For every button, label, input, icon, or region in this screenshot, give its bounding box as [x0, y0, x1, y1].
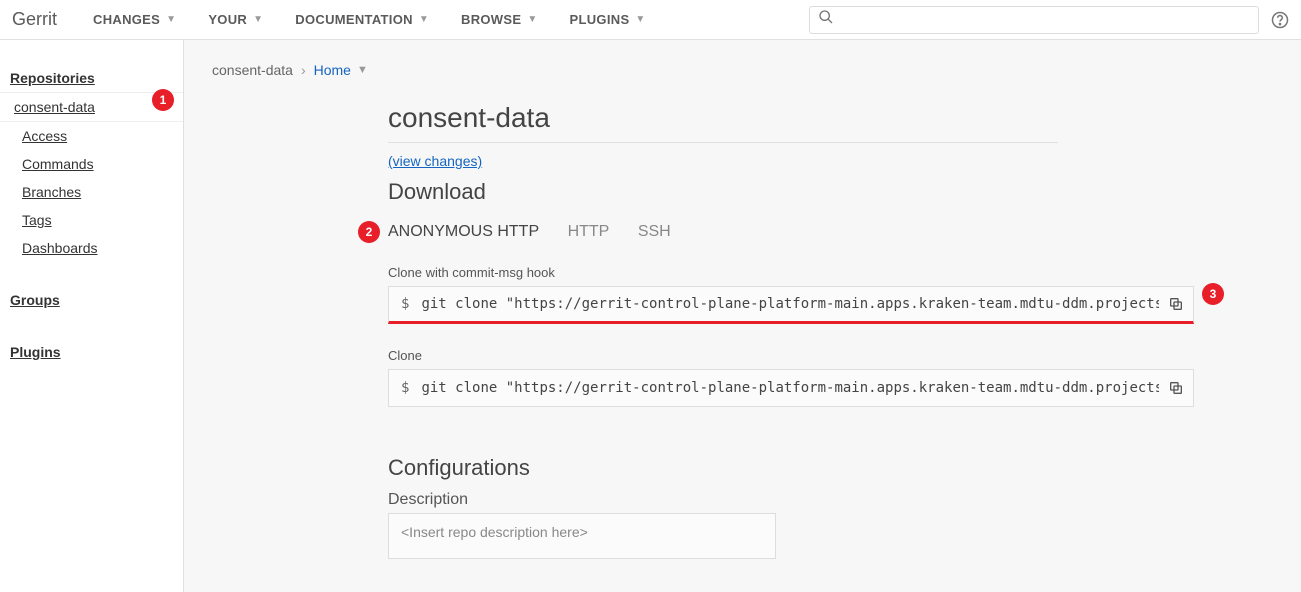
sidebar-groups[interactable]: Groups: [0, 286, 183, 314]
sidebar-item-commands[interactable]: Commands: [0, 150, 183, 178]
page-title: consent-data: [388, 102, 1058, 143]
tab-ssh[interactable]: SSH: [638, 223, 671, 241]
breadcrumb-repo[interactable]: consent-data: [212, 62, 293, 78]
nav-label: BROWSE: [461, 12, 521, 27]
nav-label: YOUR: [208, 12, 247, 27]
chevron-down-icon: ▼: [527, 14, 537, 25]
sidebar-item-tags[interactable]: Tags: [0, 206, 183, 234]
tab-http[interactable]: HTTP: [568, 223, 610, 241]
clone-command: $ git clone "https://gerrit-control-plan…: [388, 369, 1194, 407]
breadcrumb: consent-data › Home ▼: [184, 40, 1301, 78]
description-input[interactable]: <Insert repo description here>: [388, 513, 776, 559]
nav-documentation[interactable]: DOCUMENTATION ▼: [279, 12, 445, 27]
download-heading: Download: [388, 179, 1194, 205]
nav-your[interactable]: YOUR ▼: [192, 12, 279, 27]
chevron-down-icon[interactable]: ▼: [357, 64, 368, 76]
main-content: consent-data › Home ▼ consent-data (view…: [184, 40, 1301, 592]
chevron-down-icon: ▼: [419, 14, 429, 25]
annotation-badge-2: 2: [358, 221, 380, 243]
configurations-section: Configurations Description <Insert repo …: [388, 455, 1194, 592]
chevron-down-icon: ▼: [166, 14, 176, 25]
chevron-down-icon: ▼: [253, 14, 263, 25]
search-input[interactable]: [842, 12, 1250, 27]
prompt-icon: $: [389, 380, 421, 396]
clone-hook-block: Clone with commit-msg hook $ git clone "…: [388, 265, 1194, 324]
annotation-badge-3: 3: [1202, 283, 1224, 305]
prompt-icon: $: [389, 296, 421, 312]
help-icon[interactable]: [1271, 11, 1289, 29]
search-box[interactable]: [809, 6, 1259, 34]
clone-hook-command: $ git clone "https://gerrit-control-plan…: [388, 286, 1194, 324]
sidebar: Repositories consent-data 1 Access Comma…: [0, 40, 184, 592]
nav-browse[interactable]: BROWSE ▼: [445, 12, 554, 27]
clone-hook-label: Clone with commit-msg hook: [388, 265, 1194, 280]
brand-logo[interactable]: Gerrit: [12, 9, 57, 30]
clone-label: Clone: [388, 348, 1194, 363]
sidebar-repositories[interactable]: Repositories: [0, 64, 183, 92]
download-tabs: 2 ANONYMOUS HTTP HTTP SSH: [388, 223, 1194, 241]
clone-hook-text[interactable]: git clone "https://gerrit-control-plane-…: [421, 296, 1159, 312]
view-changes-link[interactable]: (view changes): [388, 153, 482, 169]
chevron-down-icon: ▼: [635, 14, 645, 25]
nav-menu: CHANGES ▼ YOUR ▼ DOCUMENTATION ▼ BROWSE ▼ PL…: [77, 12, 662, 27]
sidebar-item-dashboards[interactable]: Dashboards: [0, 234, 183, 262]
search-icon: [818, 9, 834, 30]
configurations-heading: Configurations: [388, 455, 1194, 481]
top-bar: Gerrit CHANGES ▼ YOUR ▼ DOCUMENTATION ▼ BRO…: [0, 0, 1301, 40]
sidebar-item-branches[interactable]: Branches: [0, 178, 183, 206]
sidebar-item-access[interactable]: Access: [0, 122, 183, 150]
description-label: Description: [388, 491, 1194, 509]
clone-text[interactable]: git clone "https://gerrit-control-plane-…: [421, 380, 1159, 396]
nav-plugins[interactable]: PLUGINS ▼: [554, 12, 662, 27]
clone-block: Clone $ git clone "https://gerrit-contro…: [388, 348, 1194, 407]
copy-icon[interactable]: [1159, 287, 1193, 321]
breadcrumb-home[interactable]: Home: [314, 62, 351, 78]
nav-label: PLUGINS: [570, 12, 630, 27]
sidebar-plugins[interactable]: Plugins: [0, 338, 183, 366]
nav-label: DOCUMENTATION: [295, 12, 413, 27]
chevron-right-icon: ›: [301, 62, 306, 78]
annotation-badge-1: 1: [152, 89, 174, 111]
copy-icon[interactable]: [1159, 371, 1193, 405]
tab-anonymous-http[interactable]: ANONYMOUS HTTP: [388, 223, 539, 241]
nav-label: CHANGES: [93, 12, 160, 27]
nav-changes[interactable]: CHANGES ▼: [77, 12, 192, 27]
